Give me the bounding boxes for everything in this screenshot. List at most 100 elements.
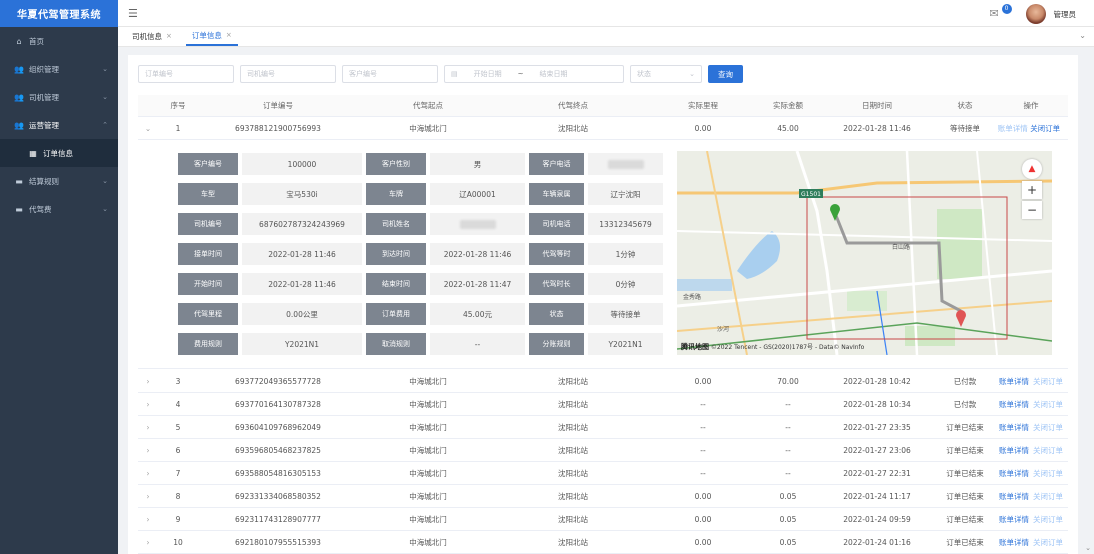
bill-detail-link[interactable]: 账单详情 [998,124,1028,133]
cell-amount: -- [785,422,791,432]
table-row[interactable]: › 9 692311743128907777 中海城北门 沈阳北站 0.00 0.05 202… [138,508,1068,531]
detail-value [588,153,663,175]
cell-mileage: -- [700,445,706,455]
table-row[interactable]: › 8 692331334068580352 中海城北门 沈阳北站 0.00 0.05 202… [138,485,1068,508]
chevron-down-icon: ⌄ [102,65,108,73]
zoom-in-button[interactable]: + [1022,181,1042,199]
col-header: 代驾终点 [558,101,588,110]
map-copyright: ©2022 Tencent - GS(2020)1787号 - Data© Na… [710,344,865,351]
sidebar-item-fee[interactable]: ▬ 代驾费 ⌄ [0,195,118,223]
status-select[interactable]: 状态 ⌄ [630,65,702,83]
tab-driver-info[interactable]: 司机信息 × [126,26,178,46]
sidebar-item-orders[interactable]: ▦ 订单信息 [0,139,118,167]
expand-icon[interactable]: › [138,400,158,409]
zoom-out-button[interactable]: − [1022,201,1042,219]
close-order-link[interactable]: 关闭订单 [1033,538,1063,547]
sidebar-item-home[interactable]: ⌂ 首页 [0,27,118,55]
table-row[interactable]: ⌄ 1 693788121900756993 中海城北门 沈阳北站 0.00 4… [138,117,1068,140]
cell-seq: 10 [173,537,183,547]
close-order-link[interactable]: 关闭订单 [1033,469,1063,478]
table-row[interactable]: › 4 693770164130787328 中海城北门 沈阳北站 -- -- 2022-01… [138,393,1068,416]
detail-value [430,213,525,235]
filter-bar: 订单编号 司机编号 客户编号 ▤ 开始日期 ~ 结束日期 状态 ⌄ 查询 [138,65,743,83]
map-logo: 腾讯地图 [681,343,709,351]
cell-actions: 账单详情 关闭订单 [994,376,1068,387]
cell-seq: 1 [175,123,181,133]
detail-value: 687602787324243969 [242,213,362,235]
query-button[interactable]: 查询 [708,65,743,83]
cell-status: 订单已结束 [946,422,984,432]
expand-icon[interactable]: › [138,492,158,501]
close-order-link[interactable]: 关闭订单 [1033,515,1063,524]
detail-value: 宝马530i [242,183,362,205]
expand-icon[interactable]: › [138,423,158,432]
scroll-down-icon[interactable]: ⌄ [1085,544,1091,552]
cell-to: 沈阳北站 [558,123,588,133]
close-order-link[interactable]: 关闭订单 [1033,446,1063,455]
date-range-picker[interactable]: ▤ 开始日期 ~ 结束日期 [444,65,624,83]
sidebar-item-label: 组织管理 [29,64,59,74]
cell-amount: 45.00 [777,123,799,133]
bill-detail-link[interactable]: 账单详情 [999,377,1029,386]
cell-amount: -- [785,468,791,478]
expand-icon[interactable]: › [138,377,158,386]
tab-order-info[interactable]: 订单信息 × [185,26,238,46]
driver-no-input[interactable]: 司机编号 [240,65,336,83]
close-order-link[interactable]: 关闭订单 [1033,377,1063,386]
sidebar-item-org[interactable]: 👥 组织管理 ⌄ [0,55,118,83]
close-order-link[interactable]: 关闭订单 [1033,423,1063,432]
detail-label: 代驾时长 [529,273,584,295]
sidebar-item-operations[interactable]: 👥 运营管理 ⌃ [0,111,118,139]
cell-datetime: 2022-01-24 09:59 [843,514,911,524]
redacted-value [459,219,496,229]
close-icon[interactable]: × [166,32,172,40]
avatar[interactable] [1025,4,1046,24]
expand-icon[interactable]: › [138,515,158,524]
bill-detail-link[interactable]: 账单详情 [999,446,1029,455]
table-row[interactable]: › 6 693596805468237825 中海城北门 沈阳北站 -- -- 2022-01… [138,439,1068,462]
bill-detail-link[interactable]: 账单详情 [999,515,1029,524]
sidebar-item-settlement[interactable]: ▬ 结算规则 ⌄ [0,167,118,195]
detail-value: 2022-01-28 11:46 [430,243,525,265]
route-map[interactable]: G1501 白山路 金秀路 沙河 ▲ + − 腾讯地图 ©2022 Tencen… [677,151,1052,355]
bill-detail-link[interactable]: 账单详情 [999,400,1029,409]
bill-detail-link[interactable]: 账单详情 [999,469,1029,478]
users-icon: 👥 [14,64,24,74]
close-order-link[interactable]: 关闭订单 [1033,492,1063,501]
cell-order-no: 693588054816305153 [235,468,321,478]
bill-detail-link[interactable]: 账单详情 [999,492,1029,501]
cell-actions: 账单详情 关闭订单 [994,514,1068,525]
order-no-input[interactable]: 订单编号 [138,65,234,83]
bill-detail-link[interactable]: 账单详情 [999,538,1029,547]
expand-icon[interactable]: › [138,538,158,547]
chevron-down-icon[interactable]: ⌄ [1079,31,1086,40]
message-icon[interactable]: ✉ 0 [990,4,1012,21]
username[interactable]: 管理员 [1054,9,1077,20]
cell-from: 中海城北门 [409,376,447,386]
compass-icon[interactable]: ▲ [1022,159,1042,179]
table-row[interactable]: › 5 693604109768962049 中海城北门 沈阳北站 -- -- 2022-01… [138,416,1068,439]
expand-icon[interactable]: › [138,446,158,455]
sidebar-item-drivers[interactable]: 👥 司机管理 ⌄ [0,83,118,111]
cell-mileage: -- [700,468,706,478]
detail-label: 代驾里程 [178,303,238,325]
close-order-link[interactable]: 关闭订单 [1030,124,1060,133]
bill-detail-link[interactable]: 账单详情 [999,423,1029,432]
cell-datetime: 2022-01-28 11:46 [843,123,911,133]
expand-icon[interactable]: › [138,469,158,478]
detail-value: 0.00公里 [242,303,362,325]
collapse-icon[interactable]: ⌄ [138,124,158,133]
sidebar-item-label: 代驾费 [29,204,52,214]
table-row[interactable]: › 3 693772049365577728 中海城北门 沈阳北站 0.00 70.00 20… [138,370,1068,393]
hamburger-icon[interactable]: ☰ [128,7,138,20]
table-row[interactable]: › 10 692180107955515393 中海城北门 沈阳北站 0.00 0.05 20… [138,531,1068,554]
cell-datetime: 2022-01-27 23:06 [843,445,911,455]
detail-value: 0分钟 [588,273,663,295]
close-icon[interactable]: × [226,31,232,39]
cell-amount: 0.05 [779,491,797,501]
table-row[interactable]: › 7 693588054816305153 中海城北门 沈阳北站 -- -- 2022-01… [138,462,1068,485]
customer-no-input[interactable]: 客户编号 [342,65,438,83]
close-order-link[interactable]: 关闭订单 [1033,400,1063,409]
cell-order-no: 692331334068580352 [235,491,321,501]
cell-mileage: 0.00 [694,123,712,133]
